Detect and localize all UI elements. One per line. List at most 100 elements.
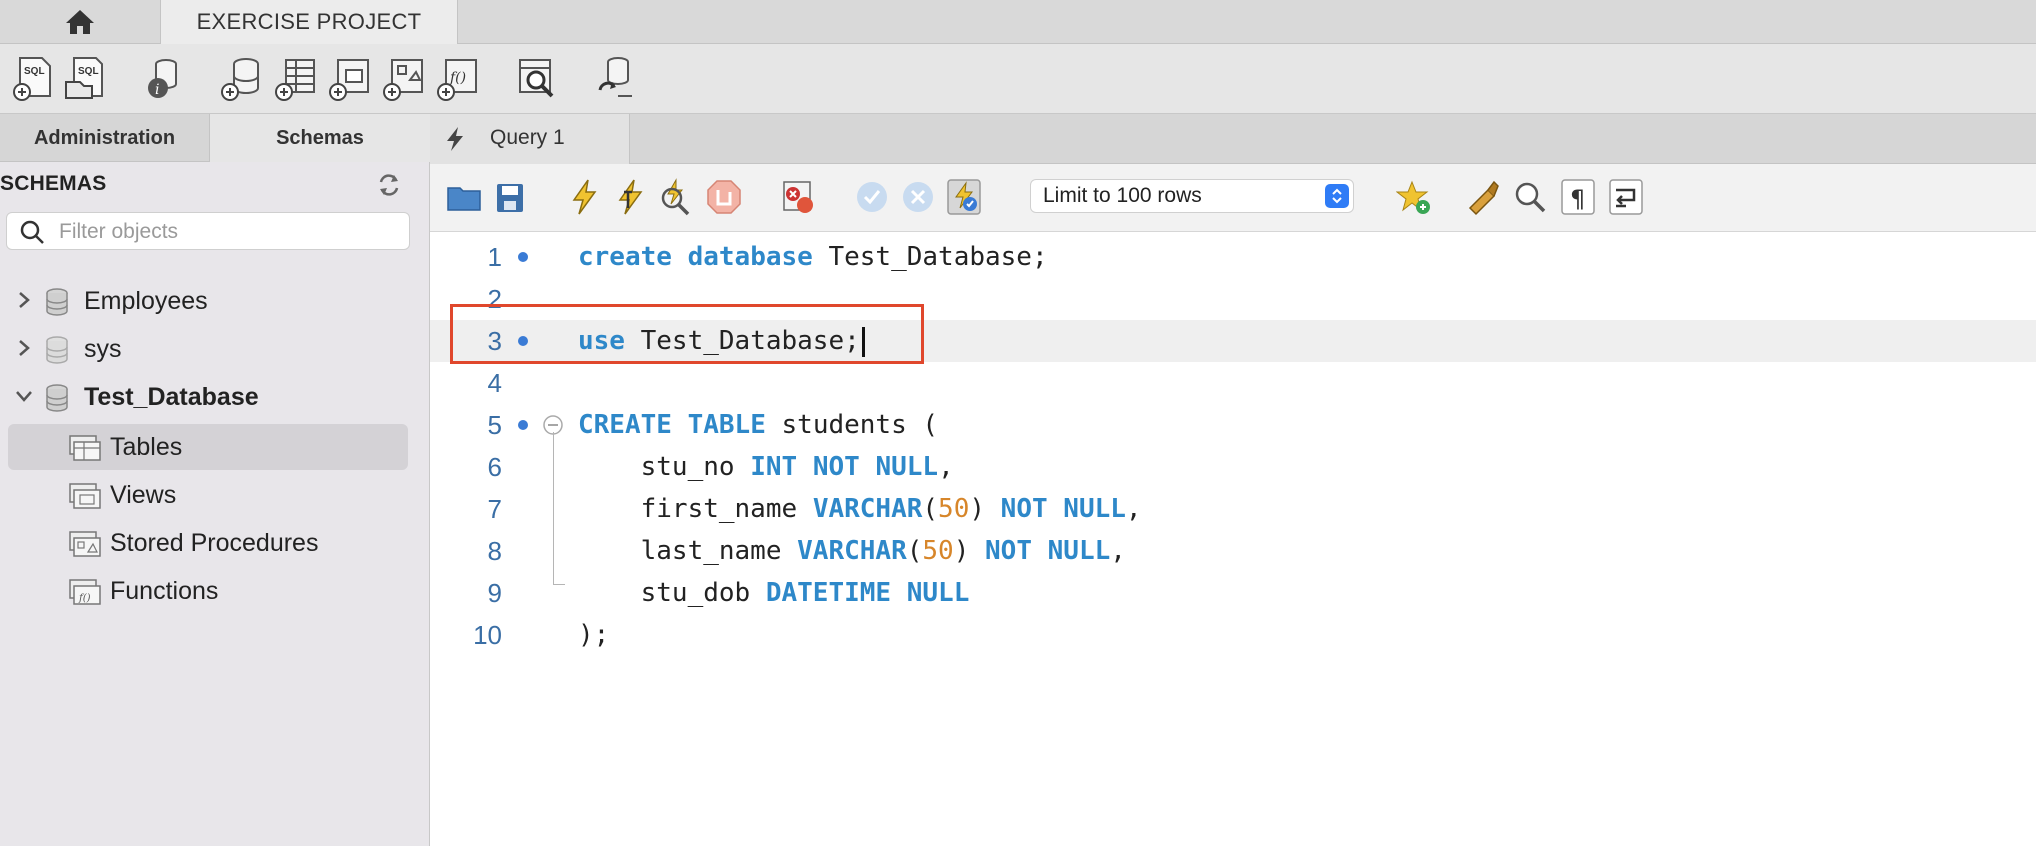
code-line: 5 CREATE TABLE students ( (430, 404, 2036, 446)
line-number: 9 (487, 578, 502, 608)
schema-label: Employees (84, 287, 208, 315)
tree-item-stored-procedures[interactable]: Stored Procedures (8, 520, 408, 566)
code-line: 10 ); (430, 614, 2036, 656)
search-icon (20, 220, 44, 244)
home-icon (66, 10, 94, 34)
chevron-right-icon[interactable] (14, 338, 34, 358)
explain-icon[interactable] (658, 178, 694, 216)
create-procedure-icon[interactable] (380, 54, 426, 102)
autocommit-toggle-icon[interactable] (946, 178, 982, 216)
window-tab-bar: EXERCISE PROJECT (0, 0, 2036, 44)
sql-editor-toolbar: Limit to 100 rows ¶ (430, 164, 2036, 232)
filter-objects-input[interactable] (57, 215, 401, 249)
tree-item-views[interactable]: Views (8, 472, 408, 518)
word-wrap-icon[interactable] (1608, 178, 1644, 216)
lightning-icon (447, 127, 463, 151)
statement-marker-icon (518, 420, 528, 430)
find-icon[interactable] (1512, 178, 1548, 216)
tree-item-functions[interactable]: f() Functions (8, 568, 408, 614)
svg-text:f(): f() (78, 593, 91, 604)
stop-icon[interactable] (706, 178, 742, 216)
create-function-icon[interactable]: f() (434, 54, 480, 102)
schema-label: Test_Database (84, 383, 259, 411)
line-number: 6 (487, 452, 502, 482)
database-icon (46, 288, 68, 316)
line-number: 10 (473, 620, 502, 650)
line-number: 8 (487, 536, 502, 566)
execute-current-statement-icon[interactable] (612, 178, 648, 216)
refresh-icon[interactable] (376, 172, 402, 198)
views-folder-icon (69, 483, 101, 509)
code-text: stu_no INT NOT NULL, (578, 452, 954, 482)
tab-administration-label: Administration (33, 126, 176, 149)
line-number: 7 (487, 494, 502, 524)
open-folder-icon[interactable] (446, 178, 482, 216)
functions-folder-icon: f() (69, 579, 101, 605)
svg-text:¶: ¶ (1570, 185, 1585, 213)
code-line: 7 first_name VARCHAR(50) NOT NULL, (430, 488, 2036, 530)
svg-text:SQL: SQL (78, 66, 99, 77)
project-tab[interactable]: EXERCISE PROJECT (160, 0, 458, 44)
limit-rows-value: Limit to 100 rows (1043, 184, 1202, 207)
code-text: ); (578, 620, 610, 650)
code-line: 6 stu_no INT NOT NULL, (430, 446, 2036, 488)
toggle-stop-on-error-icon[interactable] (780, 178, 816, 216)
tree-item-label: Functions (110, 577, 219, 605)
statement-marker-icon (518, 252, 528, 262)
save-icon[interactable] (492, 178, 528, 216)
beautify-icon[interactable] (1464, 178, 1500, 216)
code-line: 8 last_name VARCHAR(50) NOT NULL, (430, 530, 2036, 572)
code-text: last_name VARCHAR(50) NOT NULL, (578, 536, 1126, 566)
tree-item-tables[interactable]: Tables (8, 424, 408, 470)
navigator-panel: Administration Schemas SCHEMAS Employees (0, 114, 430, 846)
tree-item-label: Views (110, 481, 177, 509)
database-icon (46, 336, 68, 364)
code-text: CREATE TABLE students ( (578, 410, 939, 440)
chevron-right-icon[interactable] (14, 290, 34, 310)
schema-sys[interactable]: sys (0, 326, 430, 370)
tab-administration[interactable]: Administration (0, 114, 210, 162)
procedures-folder-icon (69, 531, 101, 557)
filter-objects-field[interactable] (6, 212, 410, 250)
limit-rows-select[interactable]: Limit to 100 rows (1030, 179, 1354, 213)
add-snippet-star-icon[interactable] (1396, 178, 1432, 216)
commit-icon[interactable] (854, 178, 890, 216)
home-tab[interactable] (0, 0, 160, 44)
line-number: 1 (487, 242, 502, 272)
fold-guide-end (553, 584, 565, 585)
create-view-icon[interactable] (326, 54, 372, 102)
reconnect-icon[interactable] (592, 54, 638, 102)
editor-tab-bar: Query 1 (430, 114, 2036, 164)
search-table-data-icon[interactable] (514, 54, 560, 102)
tree-item-label: Stored Procedures (110, 529, 319, 557)
schema-test-database[interactable]: Test_Database (0, 374, 430, 418)
tree-item-label: Tables (110, 433, 183, 461)
tab-schemas[interactable]: Schemas (210, 114, 430, 162)
svg-text:SQL: SQL (24, 66, 45, 77)
project-tab-label: EXERCISE PROJECT (196, 9, 422, 34)
highlight-box (450, 304, 924, 364)
open-sql-script-icon[interactable]: SQL (62, 54, 108, 102)
rollback-icon[interactable] (900, 178, 936, 216)
tab-query-1[interactable]: Query 1 (430, 114, 630, 164)
create-table-icon[interactable] (272, 54, 318, 102)
chevron-down-icon[interactable] (14, 386, 34, 406)
tables-folder-icon (69, 435, 101, 461)
invisible-chars-icon[interactable]: ¶ (1560, 178, 1596, 216)
schemas-header: SCHEMAS (0, 172, 107, 195)
code-text: stu_dob DATETIME NULL (578, 578, 970, 608)
main-toolbar: SQL SQL i f() (0, 44, 2036, 114)
svg-text:i: i (155, 82, 159, 98)
code-text: create database Test_Database; (578, 242, 1048, 272)
database-icon (46, 384, 68, 412)
code-line: 4 (430, 362, 2036, 404)
create-schema-icon[interactable] (218, 54, 264, 102)
schema-employees[interactable]: Employees (0, 278, 430, 322)
tab-query-label: Query 1 (490, 126, 565, 149)
execute-icon[interactable] (566, 178, 602, 216)
new-sql-tab-icon[interactable]: SQL (10, 54, 56, 102)
tab-schemas-label: Schemas (276, 126, 364, 149)
navigator-tabs: Administration Schemas (0, 114, 430, 162)
updown-arrows-icon (1325, 184, 1349, 208)
server-info-icon[interactable]: i (140, 54, 186, 102)
